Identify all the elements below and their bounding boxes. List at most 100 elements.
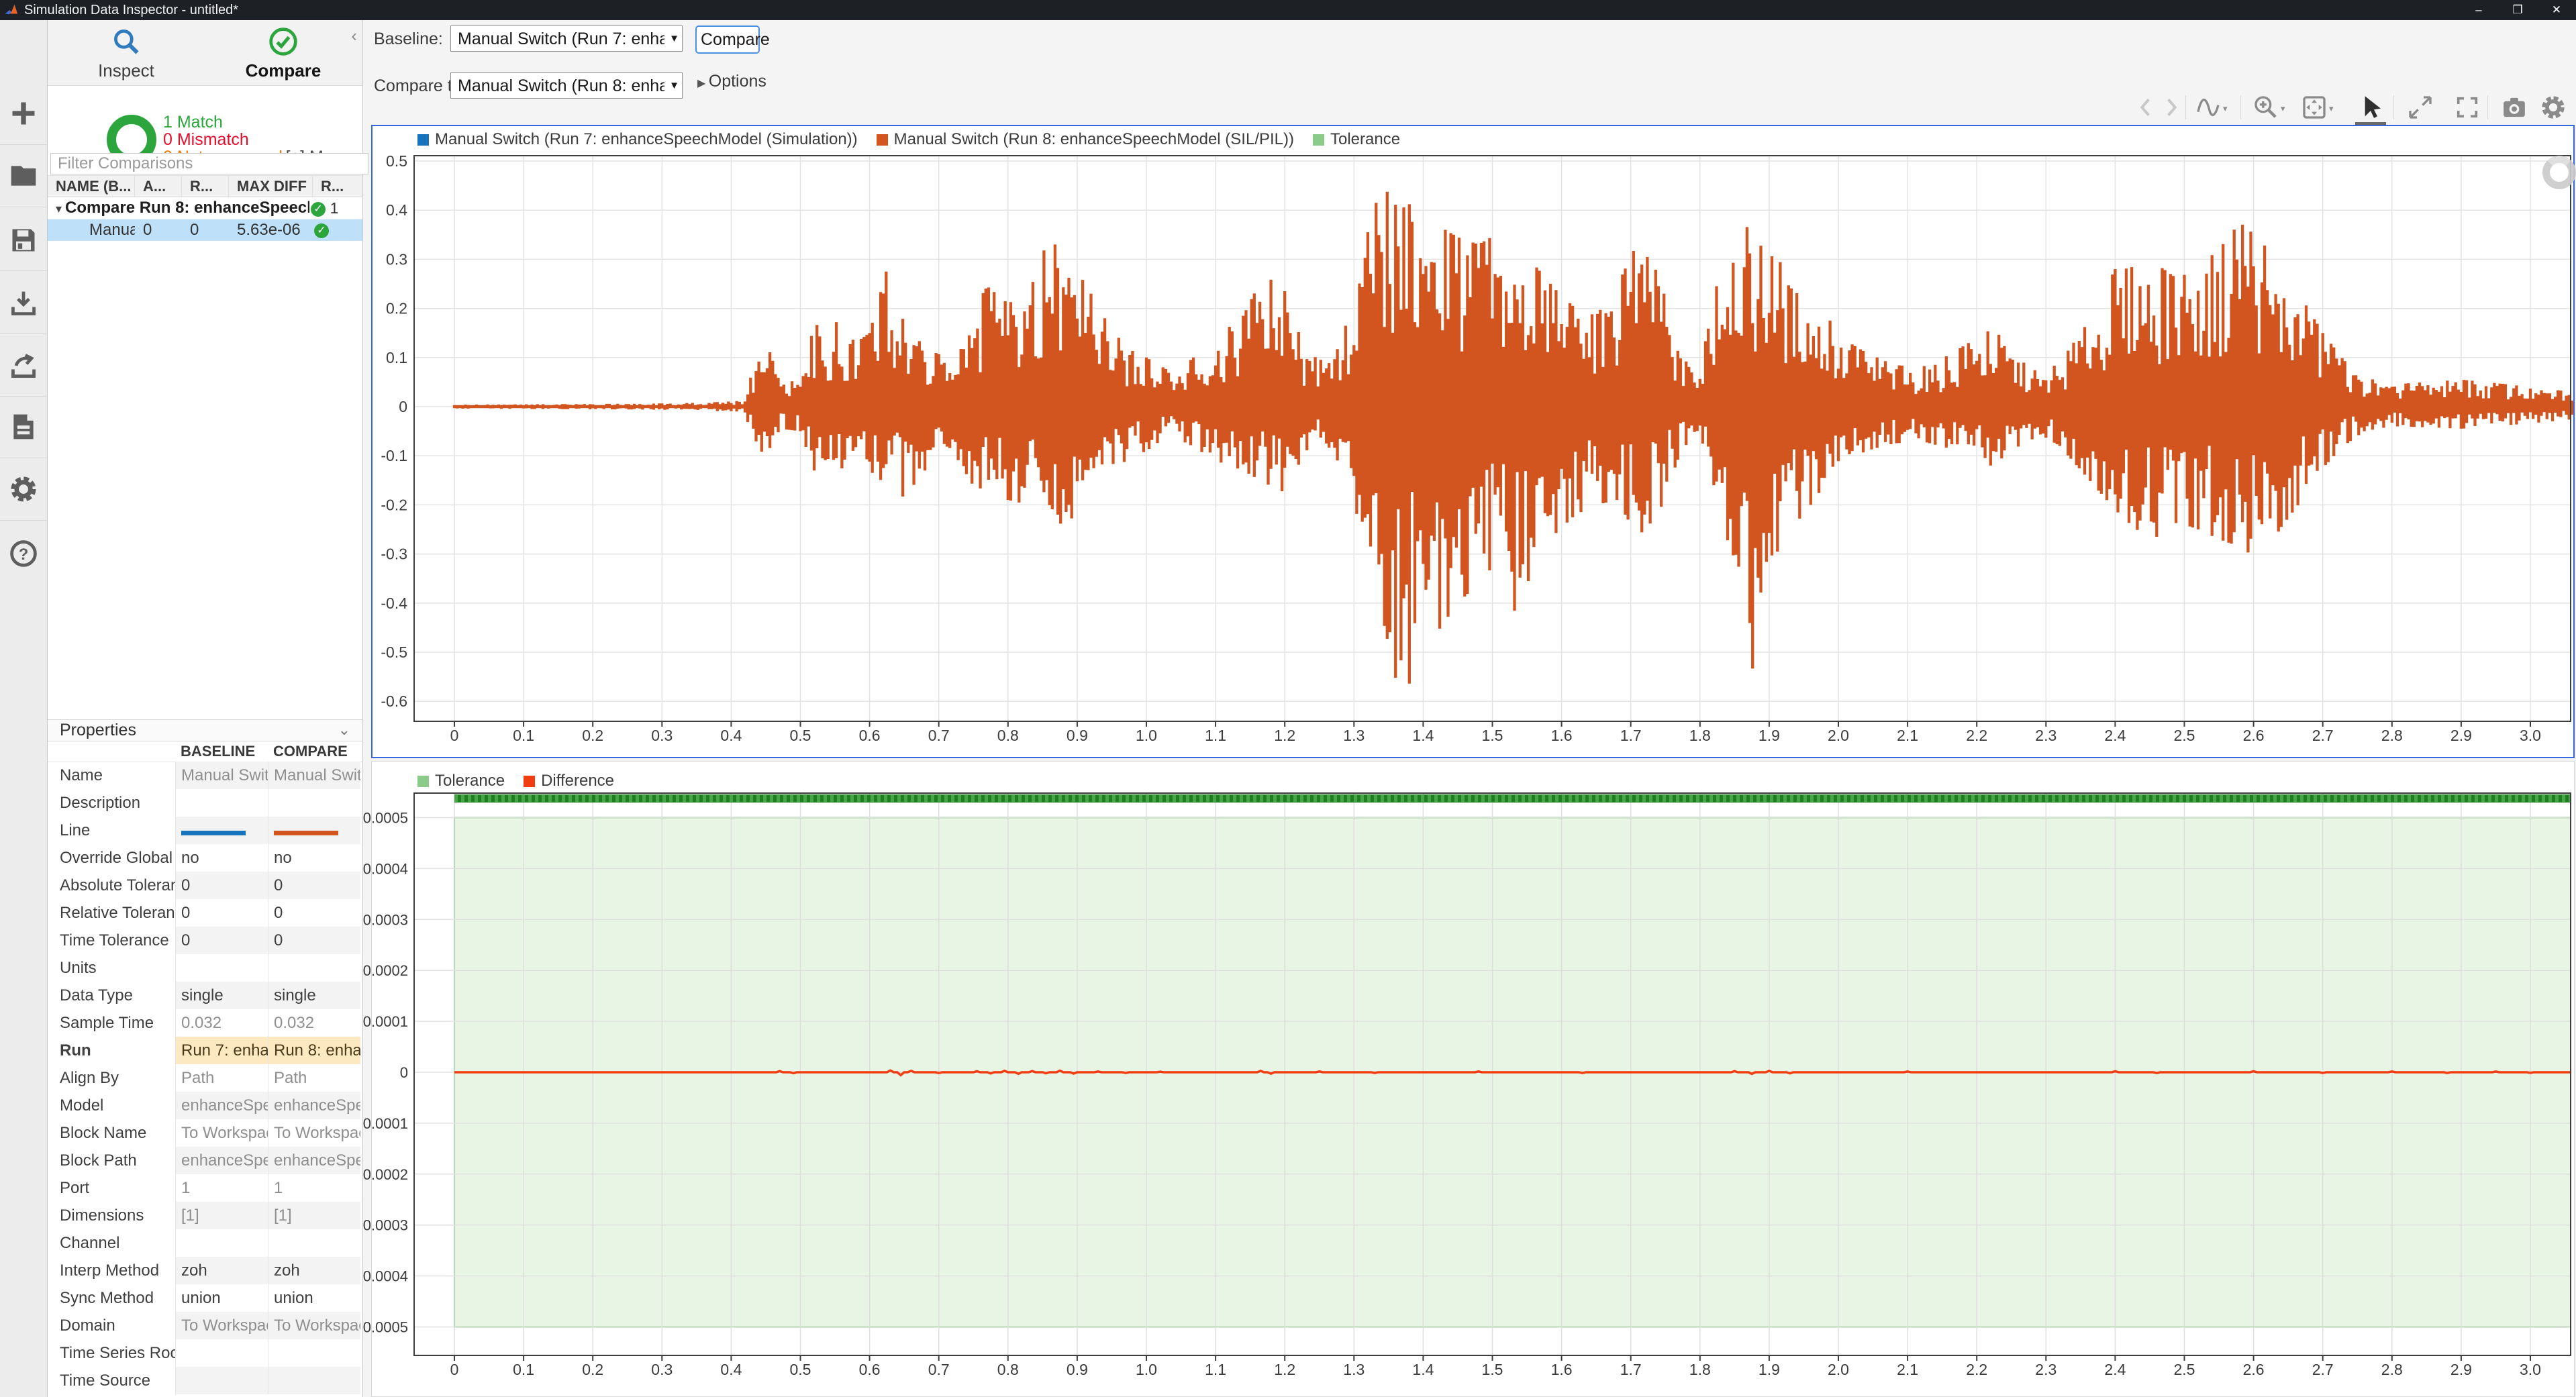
property-row[interactable]: Description bbox=[48, 789, 362, 817]
property-row[interactable]: Time Series Root bbox=[48, 1339, 362, 1367]
import-icon[interactable] bbox=[9, 289, 38, 318]
signal-style-icon[interactable] bbox=[2195, 94, 2222, 121]
property-value[interactable]: Run 7: enhance bbox=[175, 1037, 268, 1064]
compare-to-dropdown[interactable]: Manual Switch (Run 8: enhanceSp ▼ bbox=[450, 72, 683, 99]
fit-view-icon[interactable] bbox=[2301, 94, 2328, 121]
table-row[interactable]: Manual 0 0 5.63e-06 ✓ bbox=[48, 219, 362, 241]
fullscreen-icon[interactable] bbox=[2454, 94, 2481, 121]
property-row[interactable]: Block PathenhanceSpeecenhanceSpeec bbox=[48, 1147, 362, 1174]
comparison-table-header[interactable]: NAME (B... A... R... MAX DIFF R... bbox=[48, 175, 362, 197]
property-value[interactable]: zoh bbox=[175, 1257, 268, 1284]
cursor-icon[interactable] bbox=[2357, 94, 2384, 121]
property-value[interactable] bbox=[175, 789, 268, 817]
property-row[interactable]: Relative Tolerance00 bbox=[48, 899, 362, 927]
property-row[interactable]: Units bbox=[48, 954, 362, 982]
property-value[interactable]: To Workspace bbox=[268, 1312, 360, 1339]
property-value[interactable] bbox=[175, 954, 268, 982]
add-icon[interactable] bbox=[9, 99, 38, 128]
property-value[interactable]: no bbox=[268, 844, 360, 872]
property-value[interactable]: enhanceSpeec bbox=[268, 1147, 360, 1174]
property-value[interactable] bbox=[175, 1339, 268, 1367]
property-row[interactable]: Block NameTo WorkspaceTo Workspace bbox=[48, 1119, 362, 1147]
property-row[interactable]: Align ByPathPath bbox=[48, 1064, 362, 1092]
property-row[interactable]: Time Tolerance00 bbox=[48, 927, 362, 954]
property-value[interactable]: To Workspace bbox=[175, 1312, 268, 1339]
next-icon[interactable] bbox=[2157, 94, 2184, 121]
difference-plot[interactable]: -0.0005-0.0004-0.0003-0.0002-0.000100.00… bbox=[363, 762, 2576, 1386]
property-value[interactable] bbox=[268, 1367, 360, 1394]
property-value[interactable]: zoh bbox=[268, 1257, 360, 1284]
col-maxdiff[interactable]: MAX DIFF bbox=[229, 176, 313, 197]
property-value[interactable]: Path bbox=[175, 1064, 268, 1092]
expand-icon[interactable] bbox=[2407, 94, 2434, 121]
property-value[interactable]: 1 bbox=[175, 1174, 268, 1202]
zoom-icon[interactable] bbox=[2252, 94, 2279, 121]
property-row[interactable]: Time Source bbox=[48, 1367, 362, 1394]
property-value[interactable]: union bbox=[268, 1284, 360, 1312]
property-value[interactable]: union bbox=[175, 1284, 268, 1312]
property-row[interactable]: RunRun 7: enhanceRun 8: enhance bbox=[48, 1037, 362, 1064]
property-value[interactable] bbox=[268, 1339, 360, 1367]
property-value[interactable]: 1 bbox=[268, 1174, 360, 1202]
property-value[interactable]: 0 bbox=[268, 872, 360, 899]
property-value[interactable]: Manual Switch bbox=[268, 762, 360, 789]
property-value[interactable]: no bbox=[175, 844, 268, 872]
property-value[interactable] bbox=[175, 1229, 268, 1257]
property-row[interactable]: Sync Methodunionunion bbox=[48, 1284, 362, 1312]
property-row[interactable]: DomainTo WorkspaceTo Workspace bbox=[48, 1312, 362, 1339]
property-value[interactable]: 0 bbox=[175, 899, 268, 927]
chevron-down-icon[interactable]: ▾ bbox=[2329, 103, 2334, 114]
compare-button[interactable]: Compare bbox=[695, 25, 760, 54]
property-row[interactable]: Absolute Tolerance00 bbox=[48, 872, 362, 899]
col-abs[interactable]: A... bbox=[135, 176, 182, 197]
gear-icon[interactable] bbox=[9, 474, 38, 504]
property-value[interactable]: enhanceSpeec bbox=[268, 1092, 360, 1119]
property-value[interactable]: Path bbox=[268, 1064, 360, 1092]
waveform-plot[interactable]: -0.6-0.5-0.4-0.3-0.2-0.100.10.20.30.40.5… bbox=[373, 126, 2575, 757]
open-folder-icon[interactable] bbox=[9, 161, 38, 191]
group-expander-icon[interactable]: ▾ bbox=[56, 202, 65, 215]
property-value[interactable] bbox=[268, 954, 360, 982]
chevron-down-icon[interactable]: ▾ bbox=[2281, 103, 2285, 114]
property-row[interactable]: ModelenhanceSpeecenhanceSpeec bbox=[48, 1092, 362, 1119]
options-toggle[interactable]: ▶ Options bbox=[697, 72, 766, 91]
help-icon[interactable]: ? bbox=[9, 539, 38, 568]
col-rel[interactable]: R... bbox=[182, 176, 229, 197]
property-row[interactable]: Data Typesinglesingle bbox=[48, 982, 362, 1009]
property-row[interactable]: NameManual SwitchManual Switch bbox=[48, 762, 362, 789]
property-value[interactable]: 0 bbox=[268, 899, 360, 927]
baseline-dropdown[interactable]: Manual Switch (Run 7: enhanceSp ▼ bbox=[450, 25, 683, 52]
prev-icon[interactable] bbox=[2133, 94, 2160, 121]
property-value[interactable]: [1] bbox=[175, 1202, 268, 1229]
property-row[interactable]: Sample Time0.0320.032 bbox=[48, 1009, 362, 1037]
property-value[interactable]: 0.032 bbox=[268, 1009, 360, 1037]
property-value[interactable]: enhanceSpeec bbox=[175, 1092, 268, 1119]
tab-inspect[interactable]: Inspect bbox=[48, 20, 205, 85]
filter-comparisons-input[interactable] bbox=[50, 153, 368, 174]
property-value[interactable]: 0 bbox=[175, 872, 268, 899]
property-row[interactable]: Channel bbox=[48, 1229, 362, 1257]
property-value[interactable] bbox=[175, 817, 268, 844]
close-button[interactable]: ✕ bbox=[2537, 0, 2576, 20]
snapshot-camera-icon[interactable] bbox=[2501, 94, 2528, 121]
property-value[interactable]: single bbox=[268, 982, 360, 1009]
property-row[interactable]: Override Global Tolenono bbox=[48, 844, 362, 872]
property-value[interactable]: To Workspace bbox=[175, 1119, 268, 1147]
collapse-panel-icon[interactable]: ‹ bbox=[351, 25, 357, 46]
property-value[interactable] bbox=[268, 1229, 360, 1257]
chevron-down-icon[interactable]: ▾ bbox=[2223, 103, 2228, 114]
property-value[interactable] bbox=[268, 789, 360, 817]
property-value[interactable]: 0.032 bbox=[175, 1009, 268, 1037]
minimize-button[interactable]: – bbox=[2459, 0, 2498, 20]
property-value[interactable]: Manual Switch bbox=[175, 762, 268, 789]
maximize-button[interactable]: ❐ bbox=[2498, 0, 2537, 20]
property-value[interactable]: [1] bbox=[268, 1202, 360, 1229]
property-row[interactable]: Port11 bbox=[48, 1174, 362, 1202]
plot-settings-gear-icon[interactable] bbox=[2540, 94, 2567, 121]
chevron-down-icon[interactable]: ⌄ bbox=[338, 721, 350, 739]
col-result[interactable]: R... bbox=[313, 176, 362, 197]
property-value[interactable] bbox=[268, 817, 360, 844]
report-icon[interactable] bbox=[9, 412, 38, 442]
property-row[interactable]: Dimensions[1][1] bbox=[48, 1202, 362, 1229]
properties-header[interactable]: Properties ⌄ bbox=[48, 719, 362, 741]
